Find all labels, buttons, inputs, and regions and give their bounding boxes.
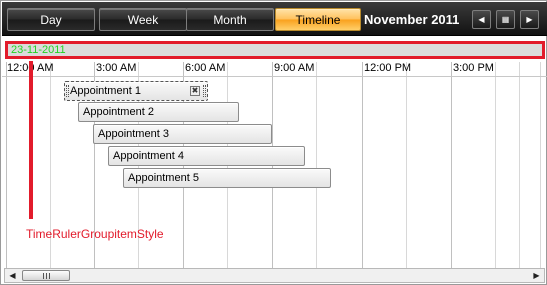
ruler-label: 12:00 PM [364,62,412,74]
appointment-item[interactable]: Appointment 1 ✖ [64,81,208,101]
appointment-subject: Appointment 5 [128,172,199,184]
grid-line [406,62,407,268]
ruler-label: 3:00 AM [96,62,137,74]
resize-handle-left[interactable] [66,85,69,97]
month-view-button[interactable]: Month [186,8,274,31]
day-view-button[interactable]: Day [7,8,95,31]
group-date-label: 23-11-2011 [11,44,66,56]
calendar-grid-icon[interactable]: ▦ [496,10,515,29]
grid-line [540,62,541,268]
week-view-button[interactable]: Week [99,8,187,31]
grip-icon [43,273,50,279]
arrow-left-icon[interactable]: ◀ [5,269,20,282]
grid-line [316,62,317,268]
timeline-view-button[interactable]: Timeline [275,8,361,31]
grid-line [495,62,496,268]
chevron-left-icon[interactable]: ◀ [472,10,491,29]
arrow-right-icon[interactable]: ▶ [529,269,544,282]
ruler-label: 6:00 AM [185,62,226,74]
appointment-subject: Appointment 1 [70,85,141,97]
time-ruler-group-item: 23-11-2011 [5,41,545,59]
close-icon[interactable]: ✖ [190,86,200,96]
chevron-right-icon[interactable]: ▶ [520,10,539,29]
grid-line [519,62,520,268]
appointment-item[interactable]: Appointment 3 [93,124,272,144]
resize-handle-right[interactable] [203,85,206,97]
horizontal-scrollbar[interactable]: ◀ ▶ [4,268,545,283]
appointment-subject: Appointment 2 [83,106,154,118]
annotation-pointer [29,61,33,219]
appointment-subject: Appointment 3 [98,128,169,140]
time-ruler: 12:00 AM 3:00 AM 6:00 AM 9:00 AM 12:00 P… [2,62,547,76]
appointment-item[interactable]: Appointment 2 [78,102,239,122]
appointment-item[interactable]: Appointment 5 [123,168,331,188]
scrollbar-thumb[interactable] [22,270,70,281]
ruler-label: 9:00 AM [274,62,315,74]
grid-line [6,62,7,268]
grid-line [362,62,363,268]
annotation-label: TimeRulerGroupitemStyle [26,227,164,241]
period-label: November 2011 [364,12,460,27]
appointment-item[interactable]: Appointment 4 [108,146,305,166]
grid-line [451,62,452,268]
appointment-subject: Appointment 4 [113,150,184,162]
scheduler: Day Week Month Timeline November 2011 ◀ … [0,0,547,285]
ruler-label: 3:00 PM [453,62,494,74]
scheduler-toolbar: Day Week Month Timeline November 2011 ◀ … [2,2,547,36]
ruler-divider [2,76,547,77]
